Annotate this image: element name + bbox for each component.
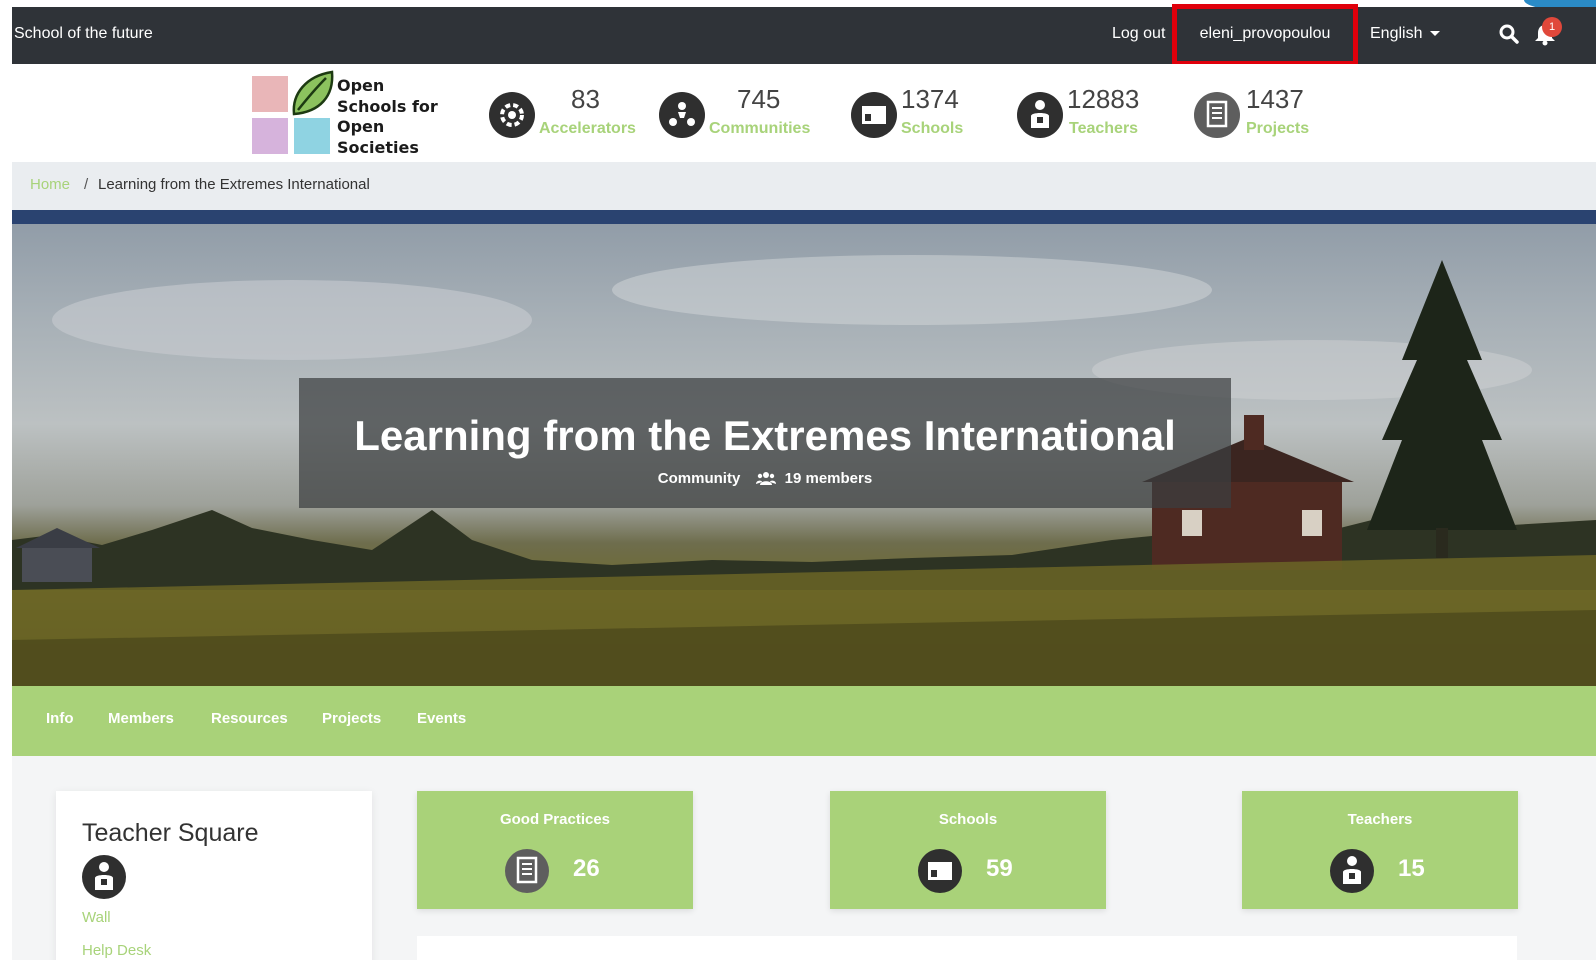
main-content: Teacher Square Wall Help Desk Good Pract… [12, 756, 1596, 960]
stats-header: Open Schools for Open Societies 83 Accel… [12, 64, 1596, 162]
stat-value: 1437 [1246, 84, 1304, 114]
breadcrumb-home-link[interactable]: Home [30, 176, 70, 193]
card-value: 59 [986, 855, 1013, 882]
card-title: Teachers [1347, 811, 1413, 828]
logo-line-3: Open [337, 117, 385, 136]
breadcrumb: Home / Learning from the Extremes Intern… [12, 162, 1596, 210]
tab-events[interactable]: Events [417, 710, 466, 727]
stat-value: 1374 [901, 84, 959, 114]
logo-text: Open Schools for Open Societies [337, 76, 438, 158]
tab-resources[interactable]: Resources [211, 710, 288, 727]
tab-projects[interactable]: Projects [322, 710, 381, 727]
content-panel [417, 936, 1517, 960]
communities-icon [659, 92, 705, 138]
teachers-card[interactable]: Teachers 15 [1242, 791, 1518, 909]
stat-projects[interactable]: 1437 Projects [1194, 84, 1324, 144]
tab-info[interactable]: Info [46, 710, 74, 727]
notification-badge[interactable]: 1 [1542, 17, 1562, 37]
community-tabs: Info Members Resources Projects Events [12, 686, 1596, 756]
users-icon [756, 472, 777, 485]
accelerators-icon [489, 92, 535, 138]
tab-members[interactable]: Members [108, 710, 174, 727]
logo-square-blue [294, 118, 330, 154]
schools-icon [918, 849, 962, 893]
card-title: Schools [938, 811, 998, 828]
language-dropdown[interactable]: English [1370, 25, 1441, 43]
card-value: 26 [573, 855, 600, 882]
stat-value: 12883 [1067, 84, 1140, 114]
stat-label: Teachers [1069, 120, 1139, 137]
stat-label: Communities [709, 120, 811, 137]
stat-schools[interactable]: 1374 Schools [851, 84, 981, 144]
card-value: 15 [1398, 855, 1425, 882]
leaf-icon [292, 70, 334, 116]
stat-communities[interactable]: 745 Communities [659, 84, 819, 144]
teacher-square-title: Teacher Square [82, 819, 259, 847]
top-navbar: School of the future Log out eleni_provo… [12, 4, 1596, 66]
username-link[interactable]: eleni_provopoulou [1177, 25, 1353, 43]
page-title: Learning from the Extremes International [354, 412, 1176, 459]
teacher-icon [82, 855, 126, 899]
logo-square-purple [252, 118, 288, 154]
teachers-icon [1017, 92, 1063, 138]
stat-value: 745 [737, 84, 781, 114]
stat-value: 83 [571, 84, 600, 114]
language-label: English [1370, 25, 1423, 42]
logo-line-2: Schools for [337, 96, 438, 116]
page: School of the future Log out eleni_provo… [0, 0, 1596, 960]
breadcrumb-current: Learning from the Extremes International [98, 176, 370, 193]
caret-down-icon [1430, 31, 1441, 37]
logo-square-pink [252, 76, 288, 112]
stat-accelerators[interactable]: 83 Accelerators [489, 84, 639, 144]
sidebar-link-help-desk[interactable]: Help Desk [82, 942, 151, 959]
projects-icon [1194, 92, 1240, 138]
teacher-square-card: Teacher Square Wall Help Desk [56, 791, 372, 960]
hero-title-box: Learning from the Extremes International… [299, 378, 1231, 508]
stat-label: Projects [1246, 120, 1310, 137]
logout-link[interactable]: Log out [1112, 25, 1165, 43]
logo-line-1: Open [337, 76, 385, 95]
card-title: Good Practices [499, 811, 611, 828]
good-practices-card[interactable]: Good Practices 26 [417, 791, 693, 909]
username-highlight-box[interactable]: eleni_provopoulou [1172, 4, 1358, 66]
hero-meta: Community 19 members [299, 470, 1231, 487]
stat-label: Accelerators [539, 120, 636, 137]
members-count[interactable]: 19 members [785, 470, 873, 487]
community-type-label: Community [657, 470, 741, 487]
stat-teachers[interactable]: 12883 Teachers [1017, 84, 1157, 144]
teachers-icon [1330, 849, 1374, 893]
hero-banner: Learning from the Extremes International… [12, 210, 1596, 686]
site-brand-link[interactable]: School of the future [14, 25, 153, 43]
schools-card[interactable]: Schools 59 [830, 791, 1106, 909]
search-icon[interactable] [1498, 23, 1520, 45]
sidebar-link-wall[interactable]: Wall [82, 909, 111, 926]
schools-icon [851, 92, 897, 138]
logo-line-4: Societies [337, 137, 419, 157]
breadcrumb-separator: / [84, 176, 89, 193]
stat-label: Schools [901, 120, 964, 137]
site-logo[interactable]: Open Schools for Open Societies [252, 70, 442, 160]
projects-icon [505, 849, 549, 893]
